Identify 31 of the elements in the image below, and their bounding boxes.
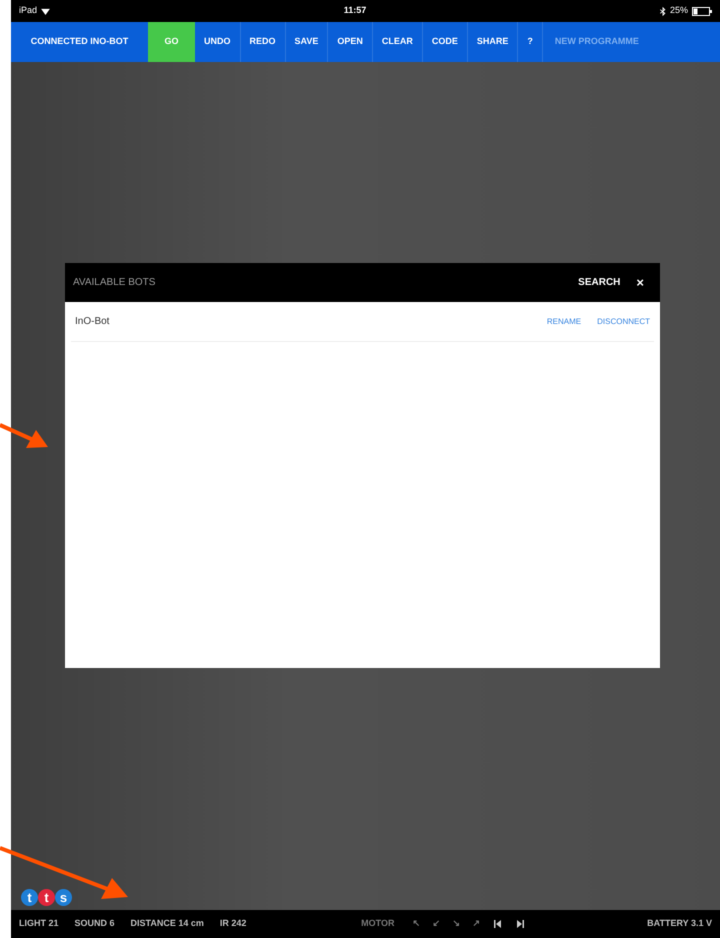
battery-percent: 25% xyxy=(670,4,688,18)
direction-button[interactable]: ↗ xyxy=(472,917,480,931)
annotation-arrow xyxy=(0,423,48,448)
close-button[interactable]: × xyxy=(636,272,644,292)
logo-letter: t xyxy=(38,889,55,906)
sensor-reading: SOUND 6 xyxy=(74,917,115,930)
dialog-title: AVAILABLE BOTS xyxy=(73,276,156,290)
sensor-reading: IR 242 xyxy=(220,917,246,930)
sensor-reading: DISTANCE 14 cm xyxy=(130,917,204,930)
direction-button[interactable]: ↘ xyxy=(452,917,460,931)
sensor-reading: LIGHT 21 xyxy=(19,917,59,930)
device-name: iPad xyxy=(19,4,38,18)
search-button[interactable]: SEARCH xyxy=(578,275,620,290)
step-forward-icon[interactable] xyxy=(517,920,524,928)
connection-status: CONNECTED INO-BOT xyxy=(30,35,130,48)
motor-label: MOTOR xyxy=(361,917,394,930)
clock-time: 11:57 xyxy=(344,4,366,18)
battery-icon xyxy=(692,6,712,16)
bot-name: InO-Bot xyxy=(75,315,110,329)
logo-letter: s xyxy=(55,889,72,906)
wifi-icon xyxy=(41,8,50,14)
direction-button[interactable]: ↖ xyxy=(412,917,420,931)
logo-letter: t xyxy=(21,889,38,906)
battery-voltage: BATTERY 3.1 V xyxy=(647,917,712,930)
step-back-icon[interactable] xyxy=(494,920,502,928)
bot-action-link[interactable]: RENAME xyxy=(546,316,582,328)
programme-name: NEW PROGRAMME xyxy=(554,35,640,48)
direction-button[interactable]: ↙ xyxy=(432,917,440,931)
bot-action-link[interactable]: DISCONNECT xyxy=(597,316,650,328)
bot-row[interactable]: InO-Bot RENAME DISCONNECT xyxy=(71,302,654,342)
bluetooth-icon xyxy=(660,6,666,16)
